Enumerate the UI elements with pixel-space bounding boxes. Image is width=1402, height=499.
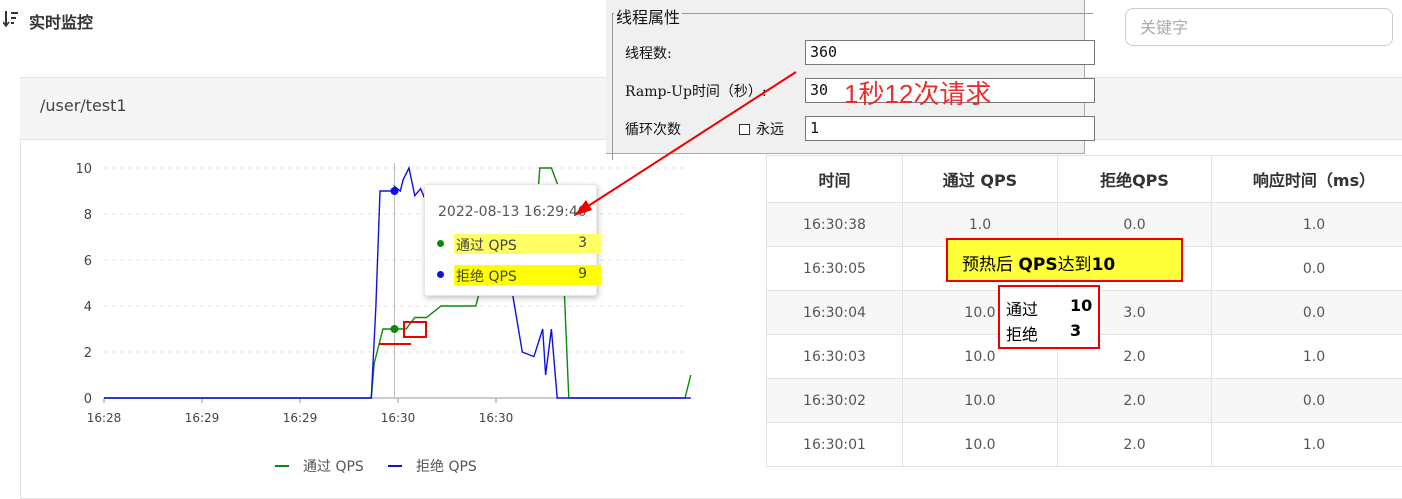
cell-response-time: 1.0 — [1212, 423, 1402, 467]
note-reject-label: 拒绝 — [1006, 321, 1038, 345]
y-tick-label: 0 — [84, 392, 92, 407]
table-row: 16:30:02 10.0 2.0 0.0 — [767, 379, 1402, 423]
search-input[interactable] — [1125, 8, 1393, 46]
tooltip-reject-value: 9 — [578, 266, 587, 282]
y-tick-label: 2 — [84, 346, 92, 361]
highlight-box — [403, 321, 427, 338]
tooltip-row-pass: 通过 QPS 3 — [437, 234, 589, 254]
x-tick-label: 16:29 — [185, 411, 220, 425]
x-tick-label: 16:30 — [479, 411, 514, 425]
table-header-row: 时间 通过 QPS 拒绝QPS 响应时间（ms） — [767, 156, 1402, 203]
warmup-note: 预热后 QPS达到10 — [946, 238, 1183, 282]
note-pass-value: 10 — [1070, 296, 1092, 315]
y-tick-label: 8 — [84, 208, 92, 223]
thread-properties-title: 线程属性 — [614, 4, 682, 28]
tooltip-pass-value: 3 — [578, 235, 587, 251]
y-tick-label: 6 — [84, 254, 92, 269]
cell-pass-qps: 10.0 — [903, 379, 1058, 423]
tooltip-pass-dot — [437, 240, 444, 247]
table-row: 16:30:01 10.0 2.0 1.0 — [767, 423, 1402, 467]
cell-time: 16:30:01 — [767, 423, 903, 467]
loop-count-field[interactable]: 1 — [805, 116, 1095, 141]
threads-field[interactable]: 360 — [805, 40, 1095, 65]
legend-label-pass-qps: 通过 QPS — [303, 459, 364, 475]
x-tick-label: 16:30 — [381, 411, 416, 425]
sort-filter-icon[interactable] — [3, 10, 19, 28]
tooltip-reject-name: 拒绝 QPS — [456, 266, 517, 286]
note-reject-value: 3 — [1070, 321, 1081, 340]
cell-response-time: 0.0 — [1212, 247, 1402, 291]
cell-pass-qps: 10.0 — [903, 423, 1058, 467]
tooltip-row-reject: 拒绝 QPS 9 — [437, 265, 589, 285]
cell-time: 16:30:05 — [767, 247, 903, 291]
col-header-reject-qps[interactable]: 拒绝QPS — [1058, 156, 1212, 203]
cell-response-time: 1.0 — [1212, 203, 1402, 247]
col-header-response-time[interactable]: 响应时间（ms） — [1212, 156, 1402, 203]
cell-response-time: 1.0 — [1212, 335, 1402, 379]
cell-reject-qps: 2.0 — [1058, 379, 1212, 423]
hover-point-reject-qps — [391, 187, 399, 195]
x-tick-label: 16:28 — [87, 411, 122, 425]
note-pass-label: 通过 — [1006, 296, 1038, 320]
y-tick-label: 10 — [75, 162, 92, 177]
cell-response-time: 0.0 — [1212, 291, 1402, 335]
cell-reject-qps: 2.0 — [1058, 423, 1212, 467]
hover-point-pass-qps — [391, 325, 399, 333]
warmup-note-text: 预热后 QPS达到10 — [962, 250, 1115, 275]
cell-time: 16:30:03 — [767, 335, 903, 379]
rate-annotation: 1秒12次请求 — [844, 74, 991, 111]
page-title: 实时监控 — [29, 9, 93, 33]
annotation-arrow — [560, 60, 810, 230]
cell-response-time: 0.0 — [1212, 379, 1402, 423]
legend-label-reject-qps: 拒绝 QPS — [416, 459, 477, 475]
y-tick-label: 4 — [84, 300, 92, 315]
pass-reject-note: 通过 10 拒绝 3 — [998, 285, 1100, 349]
col-header-pass-qps[interactable]: 通过 QPS — [903, 156, 1058, 203]
x-tick-label: 16:29 — [283, 411, 318, 425]
cell-time: 16:30:04 — [767, 291, 903, 335]
tooltip-pass-name: 通过 QPS — [456, 235, 517, 255]
tooltip-reject-dot — [437, 271, 444, 278]
resource-title: /user/test1 — [40, 96, 127, 115]
highlight-underline — [379, 343, 411, 345]
cell-time: 16:30:02 — [767, 379, 903, 423]
